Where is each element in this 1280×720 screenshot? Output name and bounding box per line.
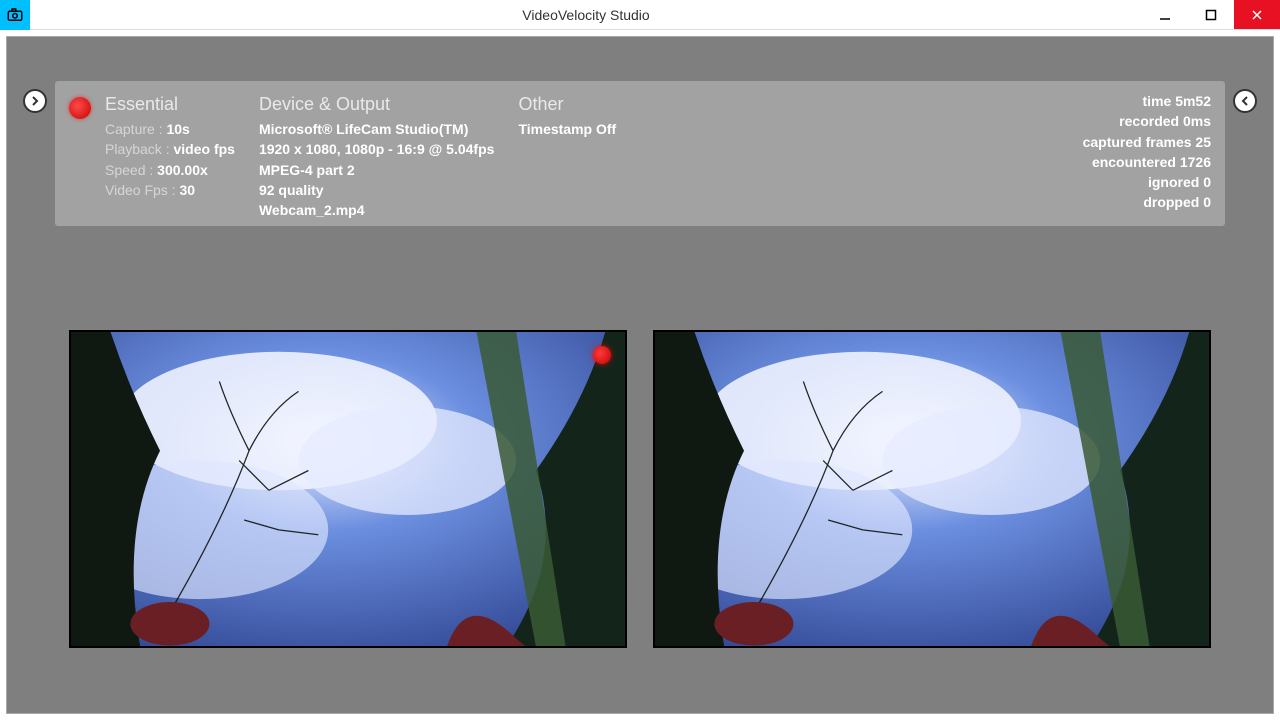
- maximize-button[interactable]: [1188, 0, 1234, 29]
- other-header: Other: [518, 91, 616, 117]
- other-column: Other Timestamp Off: [518, 91, 616, 216]
- window-controls: [1142, 0, 1280, 29]
- capture-value: 10s: [166, 121, 189, 137]
- close-button[interactable]: [1234, 0, 1280, 29]
- essential-header: Essential: [105, 91, 235, 117]
- record-dot-icon: [593, 346, 611, 364]
- videofps-label: Video Fps :: [105, 182, 179, 198]
- device-resolution: 1920 x 1080, 1080p - 16:9 @ 5.04fps: [259, 139, 494, 159]
- expand-left-button[interactable]: [23, 89, 47, 113]
- stat-dropped: dropped 0: [1083, 192, 1211, 212]
- device-name: Microsoft® LifeCam Studio(TM): [259, 119, 494, 139]
- stat-recorded: recorded 0ms: [1083, 111, 1211, 131]
- window-title: VideoVelocity Studio: [30, 7, 1142, 23]
- expand-right-button[interactable]: [1233, 89, 1257, 113]
- output-preview[interactable]: [653, 330, 1211, 648]
- device-codec: MPEG-4 part 2: [259, 160, 494, 180]
- record-indicator-icon: [69, 97, 91, 119]
- speed-label: Speed :: [105, 162, 157, 178]
- videofps-value: 30: [179, 182, 195, 198]
- playback-value: video fps: [173, 141, 234, 157]
- speed-value: 300.00x: [157, 162, 208, 178]
- device-quality: 92 quality: [259, 180, 494, 200]
- capture-label: Capture :: [105, 121, 166, 137]
- essential-column: Essential Capture : 10s Playback : video…: [105, 91, 235, 216]
- live-preview[interactable]: [69, 330, 627, 648]
- titlebar: VideoVelocity Studio: [0, 0, 1280, 30]
- preview-container: [69, 330, 1211, 648]
- stat-captured: captured frames 25: [1083, 132, 1211, 152]
- stat-ignored: ignored 0: [1083, 172, 1211, 192]
- device-filename: Webcam_2.mp4: [259, 200, 494, 220]
- stats-column: time 5m52 recorded 0ms captured frames 2…: [1083, 91, 1211, 216]
- timestamp-status: Timestamp Off: [518, 119, 616, 139]
- playback-label: Playback :: [105, 141, 173, 157]
- stat-time: time 5m52: [1083, 91, 1211, 111]
- device-header: Device & Output: [259, 91, 494, 117]
- info-panel: Essential Capture : 10s Playback : video…: [55, 81, 1225, 226]
- content-frame: Essential Capture : 10s Playback : video…: [0, 30, 1280, 720]
- minimize-button[interactable]: [1142, 0, 1188, 29]
- workspace: Essential Capture : 10s Playback : video…: [6, 36, 1274, 714]
- app-icon: [0, 0, 30, 30]
- stat-encountered: encountered 1726: [1083, 152, 1211, 172]
- device-column: Device & Output Microsoft® LifeCam Studi…: [259, 91, 494, 216]
